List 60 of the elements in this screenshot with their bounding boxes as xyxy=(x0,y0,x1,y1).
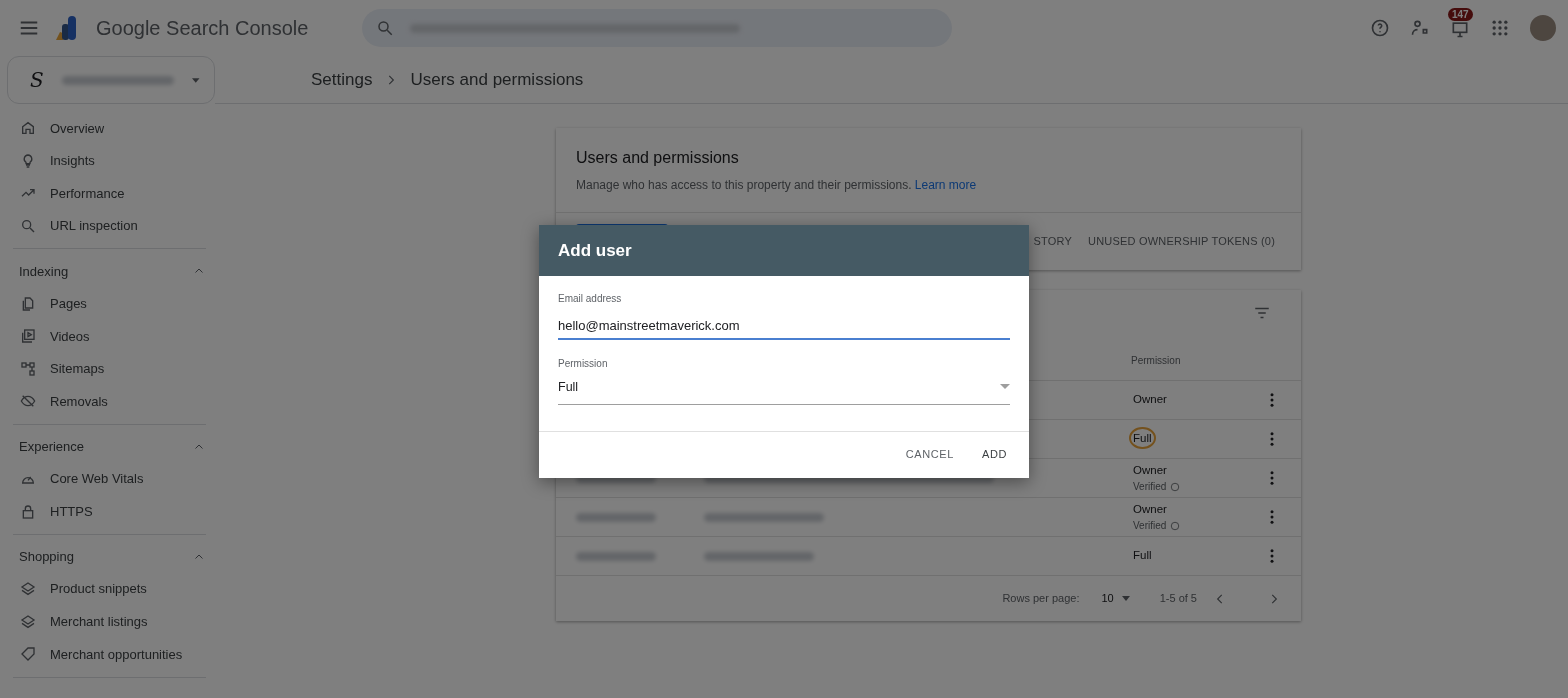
permission-value: Owner xyxy=(1133,502,1167,515)
nav-item[interactable]: HTTPS xyxy=(50,501,93,522)
nav-item[interactable]: URL inspection xyxy=(50,216,138,236)
nav-item[interactable]: Performance xyxy=(50,183,125,204)
permission-value: Full xyxy=(1129,427,1156,450)
dropdown-icon xyxy=(192,77,200,83)
nav-item[interactable]: Removals xyxy=(50,391,108,412)
lock-icon xyxy=(20,503,36,520)
layers-icon xyxy=(20,581,36,598)
nav-item[interactable]: Core Web Vitals xyxy=(50,469,144,489)
pages-icon xyxy=(20,295,36,312)
rows-per-page-label: Rows per page: xyxy=(1002,591,1080,607)
page-title: Users and permissions xyxy=(410,68,584,91)
nav-item[interactable]: Overview xyxy=(50,118,105,139)
cancel-button[interactable]: CANCEL xyxy=(899,440,960,469)
add-button[interactable]: ADD xyxy=(975,440,1013,469)
layers-icon xyxy=(20,613,36,630)
sitemap-icon xyxy=(20,360,36,377)
card-title: Users and permissions xyxy=(576,148,740,168)
field-label: Email address xyxy=(558,292,623,306)
nav-item[interactable]: Sitemaps xyxy=(50,359,105,379)
property-logo: S xyxy=(30,67,44,94)
apps-grid-icon[interactable] xyxy=(1490,18,1510,38)
nav-item[interactable]: Insights xyxy=(50,151,95,171)
page-range: 1-5 of 5 xyxy=(1159,591,1197,607)
verified-label: Verified xyxy=(1133,519,1167,534)
permission-value: Owner xyxy=(1133,393,1167,406)
column-header: Permission xyxy=(1131,353,1182,368)
tag-icon xyxy=(20,646,36,663)
nav-item[interactable]: Product snippets xyxy=(50,579,147,599)
verified-label: Verified xyxy=(1133,480,1167,495)
avatar[interactable] xyxy=(1530,15,1556,41)
permission-select[interactable]: Full xyxy=(558,370,1010,406)
breadcrumb-link[interactable]: Settings xyxy=(311,66,373,93)
notification-badge: 147 xyxy=(1448,8,1473,22)
dropdown-icon xyxy=(1000,384,1010,390)
section-heading[interactable]: Shopping xyxy=(19,547,74,567)
field-label: Permission xyxy=(558,356,609,371)
home-icon xyxy=(20,120,36,137)
permission-value: Full xyxy=(1133,549,1152,562)
dropdown-icon xyxy=(1121,596,1130,601)
permission-value: Owner xyxy=(1133,463,1167,476)
nav-item[interactable]: Merchant opportunities xyxy=(50,644,183,665)
tab[interactable]: UNUSED OWNERSHIP TOKENS (0) xyxy=(1088,233,1275,250)
section-heading[interactable]: Indexing xyxy=(19,261,69,282)
nav-item[interactable]: Merchant listings xyxy=(50,612,148,632)
section-heading[interactable]: Experience xyxy=(19,437,85,457)
tab[interactable]: STORY xyxy=(1033,233,1073,250)
property-selector[interactable]: S xyxy=(7,56,215,104)
video-icon xyxy=(20,328,36,345)
search-icon xyxy=(20,218,36,235)
search-field[interactable] xyxy=(362,9,953,47)
learn-more-link[interactable]: Learn more xyxy=(914,178,977,192)
app-title: Google Search Console xyxy=(96,16,309,41)
rows-per-page-select[interactable]: 10 xyxy=(1095,590,1136,607)
dialog-title: Add user xyxy=(539,225,1029,276)
nav-item[interactable]: Videos xyxy=(50,326,90,346)
search-icon xyxy=(376,19,395,37)
card-description: Manage who has access to this property and their permissions. Learn more xyxy=(576,177,978,194)
nav-item[interactable]: Pages xyxy=(50,293,87,314)
